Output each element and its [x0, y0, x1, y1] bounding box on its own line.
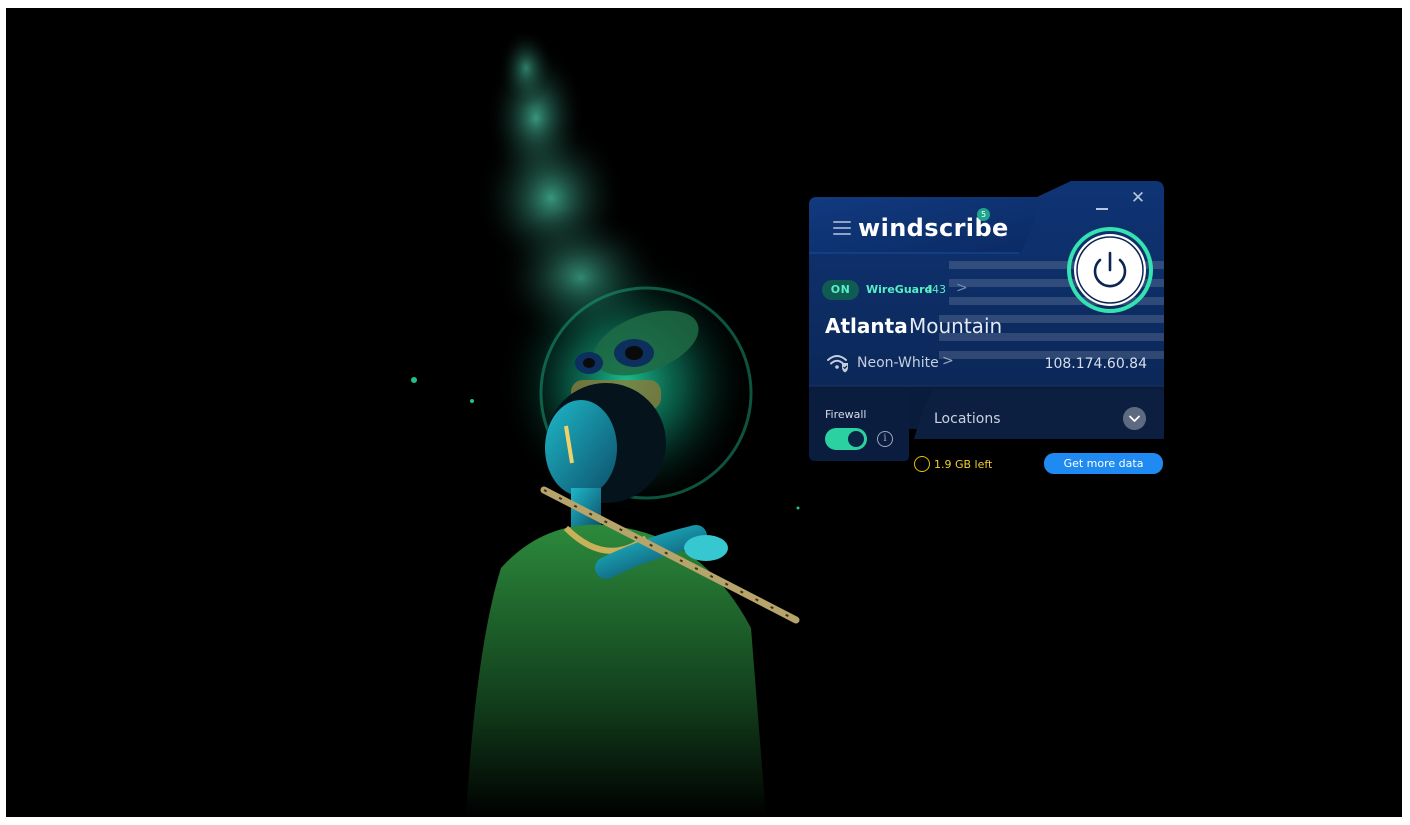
firewall-label: Firewall [825, 408, 867, 421]
data-remaining: 1.9 GB left [934, 458, 993, 471]
chevron-right-icon[interactable]: > [956, 280, 968, 296]
notification-badge[interactable]: 5 [977, 208, 990, 221]
ip-address: 108.174.60.84 [1044, 356, 1147, 372]
network-name[interactable]: Neon-White [857, 355, 939, 371]
chevron-down-icon[interactable] [1123, 407, 1146, 430]
chevron-right-icon[interactable]: > [942, 353, 954, 369]
locations-button[interactable]: Locations [934, 411, 1001, 427]
info-icon[interactable]: i [877, 431, 893, 447]
power-icon[interactable] [1067, 227, 1153, 313]
get-more-data-button[interactable]: Get more data [1044, 453, 1163, 474]
desktop: windscribe 5 ✕ ON WireGuard 443 > Atlant… [6, 8, 1402, 817]
wallpaper-image [411, 28, 800, 817]
location-city: Atlanta [825, 314, 908, 338]
close-icon[interactable]: ✕ [1129, 189, 1147, 207]
data-usage-icon [914, 456, 930, 472]
connection-status-badge: ON [822, 280, 859, 300]
port-label[interactable]: 443 [925, 283, 946, 296]
wifi-shield-icon [827, 355, 848, 373]
minimize-icon[interactable] [1096, 199, 1112, 210]
location-nickname: Mountain [909, 314, 1003, 338]
windscribe-window: windscribe 5 ✕ ON WireGuard 443 > Atlant… [809, 181, 1164, 474]
hamburger-icon[interactable] [833, 221, 851, 235]
firewall-toggle[interactable] [825, 428, 867, 450]
protocol-label[interactable]: WireGuard [866, 283, 932, 296]
